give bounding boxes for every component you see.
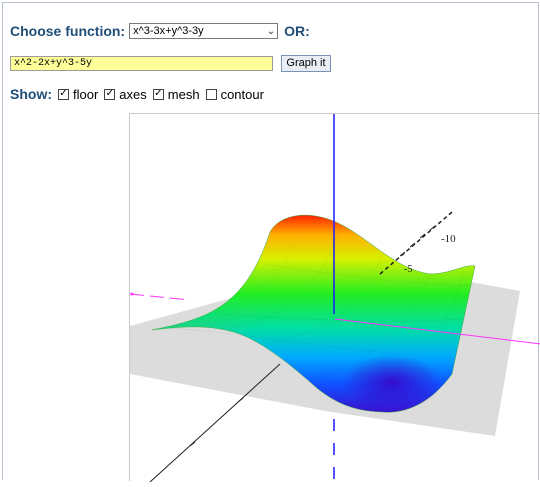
mesh-option[interactable]: ✓ mesh bbox=[152, 86, 200, 102]
custom-function-row: x^2-2x+y^3-5y Graph it bbox=[10, 54, 331, 72]
x-axis-back bbox=[129, 293, 191, 301]
show-options-row: Show: ✓ floor ✓ axes ✓ mesh contour bbox=[10, 86, 264, 102]
surface-minimum bbox=[342, 354, 442, 410]
tick-label-minus5: -5 bbox=[404, 264, 412, 275]
x-axis-point bbox=[130, 292, 134, 296]
function-select[interactable]: x^3-3x+y^3-3y ⌄ bbox=[129, 23, 279, 39]
axes-option[interactable]: ✓ axes bbox=[104, 86, 147, 102]
graph-3d-viewport[interactable]: -10 -5 bbox=[129, 113, 540, 483]
contour-checkbox[interactable] bbox=[205, 88, 217, 100]
axes-option-label: axes bbox=[119, 86, 147, 102]
graph-it-button[interactable]: Graph it bbox=[281, 54, 331, 72]
show-label: Show: bbox=[10, 86, 52, 102]
axes-checkbox[interactable]: ✓ bbox=[104, 88, 116, 100]
or-label: OR: bbox=[284, 23, 310, 39]
floor-option-label: floor bbox=[73, 86, 99, 102]
contour-option-label: contour bbox=[220, 86, 264, 102]
floor-checkbox[interactable]: ✓ bbox=[58, 88, 69, 100]
chevron-down-icon: ⌄ bbox=[266, 25, 276, 37]
function-chooser-row: Choose function: x^3-3x+y^3-3y ⌄ OR: bbox=[10, 21, 310, 41]
tick-label-minus10: -10 bbox=[441, 233, 456, 245]
mesh-checkbox[interactable]: ✓ bbox=[152, 88, 164, 100]
graph-3d-canvas[interactable]: -10 -5 bbox=[129, 114, 540, 483]
mesh-option-label: mesh bbox=[167, 86, 200, 102]
function-input[interactable]: x^2-2x+y^3-5y bbox=[10, 55, 273, 71]
floor-option[interactable]: ✓ floor bbox=[58, 87, 98, 102]
choose-function-label: Choose function: bbox=[10, 23, 126, 39]
function-select-value: x^3-3x+y^3-3y bbox=[133, 25, 204, 37]
contour-option[interactable]: contour bbox=[205, 86, 264, 102]
